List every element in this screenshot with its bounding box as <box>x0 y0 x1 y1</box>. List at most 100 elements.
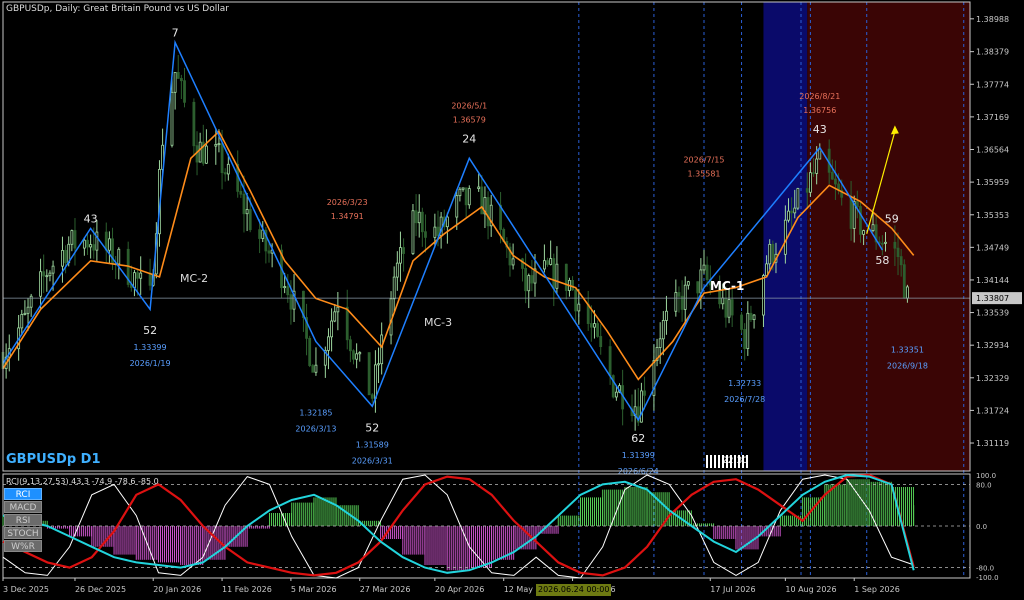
indicator-button-stoch[interactable]: STOCH <box>4 527 42 539</box>
candle-body <box>51 265 55 274</box>
candle-body <box>336 306 340 313</box>
candle-body <box>699 269 703 294</box>
candle-body <box>170 91 174 146</box>
y-tick-label: 1.31119 <box>976 439 1009 448</box>
candle-body <box>461 187 465 190</box>
candle-body <box>214 144 218 147</box>
candle-body <box>352 350 355 360</box>
candle-body <box>521 258 524 269</box>
indicator-button-wr[interactable]: W%R <box>4 540 42 552</box>
candle-body <box>220 143 224 174</box>
indicator-button-rsi[interactable]: RSI <box>4 514 42 526</box>
candle-body <box>834 178 837 185</box>
candle-body <box>82 239 86 249</box>
mc3-label: MC-3 <box>424 316 453 329</box>
candle-body <box>223 172 227 175</box>
rci-level-label: 0.0 <box>976 523 987 531</box>
candle-body <box>830 171 834 180</box>
candle-body <box>380 334 384 365</box>
candle-body <box>765 263 768 276</box>
candle-body <box>192 101 196 147</box>
candle-body <box>39 271 42 297</box>
candle-body <box>546 260 549 265</box>
y-tick-label: 1.36564 <box>976 145 1009 154</box>
candle-body <box>871 224 875 231</box>
pivot-price: 1.36579 <box>453 116 486 125</box>
candle-body <box>148 272 152 286</box>
candle-body <box>374 364 377 399</box>
pivot-price: 1.35581 <box>687 169 720 178</box>
candle-body <box>577 303 581 312</box>
candle-body <box>258 229 262 239</box>
candle-body <box>749 312 753 321</box>
candle-body <box>686 281 690 286</box>
candle-body <box>480 186 484 215</box>
x-tick-label: 17 Jul 2026 <box>710 585 755 594</box>
candle-body <box>117 248 121 265</box>
candle-body <box>477 186 481 189</box>
candle-body <box>42 271 46 277</box>
candle-body <box>370 394 374 399</box>
candle-body <box>73 230 77 249</box>
price-chart[interactable]: 43 52 1.33399 2026/1/19 7 1.32185 2026/3/13 202… <box>0 0 1024 600</box>
candle-body <box>267 250 271 254</box>
chart-title: GBPUSDp, Daily: Great Britain Pound vs U… <box>6 4 229 14</box>
candle-body <box>355 353 359 360</box>
pivot-price: 2026/3/31 <box>352 457 393 466</box>
y-tick-label: 1.35353 <box>976 211 1009 220</box>
red-zone <box>807 2 970 471</box>
y-tick-label: 1.33539 <box>976 309 1009 318</box>
candle-body <box>787 210 790 221</box>
candle-body <box>377 363 380 366</box>
pivot-date: 2026/5/1 <box>451 102 487 111</box>
candle-body <box>458 188 462 197</box>
pivot-count: 58 <box>875 254 889 267</box>
indicator-button-rci[interactable]: RCI <box>4 488 42 500</box>
candle-body <box>880 242 884 245</box>
candle-body <box>205 145 208 164</box>
pivot-count: 62 <box>631 432 645 445</box>
indicator-button-macd[interactable]: MACD <box>4 501 42 513</box>
pivot-date: 1.32733 <box>728 379 761 388</box>
mc1-label: MC-1 <box>710 279 745 293</box>
candle-body <box>242 193 246 215</box>
candle-body <box>608 346 612 376</box>
candle-body <box>20 314 24 329</box>
x-tick-label: 5 Mar 2026 <box>291 585 337 594</box>
candle-body <box>436 226 440 237</box>
candle-body <box>614 391 618 398</box>
candle-body <box>392 276 396 300</box>
candle-body <box>314 364 318 373</box>
candle-body <box>176 72 180 79</box>
candle-body <box>596 323 599 337</box>
pivot-price: 2026/7/28 <box>724 395 765 404</box>
chart-window: 43 52 1.33399 2026/1/19 7 1.32185 2026/3/13 202… <box>0 0 1024 600</box>
candle-body <box>884 241 887 244</box>
candle-body <box>849 196 853 229</box>
pivot-count: 24 <box>462 133 476 146</box>
candle-body <box>511 258 515 266</box>
candle-body <box>64 250 67 264</box>
pivot-price: 1.34791 <box>331 212 364 221</box>
y-tick-label: 1.38988 <box>976 15 1009 24</box>
candle-body <box>796 188 800 209</box>
candle-body <box>542 260 546 270</box>
candle-body <box>549 258 553 265</box>
rci-subwindow: 100.080.0 0.0 -80.0-100.0 <box>2 472 999 582</box>
candle-body <box>133 272 136 288</box>
candle-body <box>89 244 93 248</box>
candle-body <box>345 306 349 341</box>
mc2-label: MC-2 <box>180 272 209 285</box>
candle-body <box>61 250 64 267</box>
candle-body <box>70 230 74 245</box>
candle-body <box>677 292 681 297</box>
candle-body <box>793 207 797 214</box>
candle-body <box>467 188 471 206</box>
x-tick-label: 3 Dec 2025 <box>3 585 49 594</box>
candle-body <box>86 239 89 248</box>
pivot-count: 43 <box>813 123 827 136</box>
x-tick-label: 20 Jan 2026 <box>153 585 201 594</box>
candle-body <box>665 310 668 321</box>
candle-body <box>862 230 865 235</box>
pivot-date: 1.32185 <box>299 409 332 418</box>
